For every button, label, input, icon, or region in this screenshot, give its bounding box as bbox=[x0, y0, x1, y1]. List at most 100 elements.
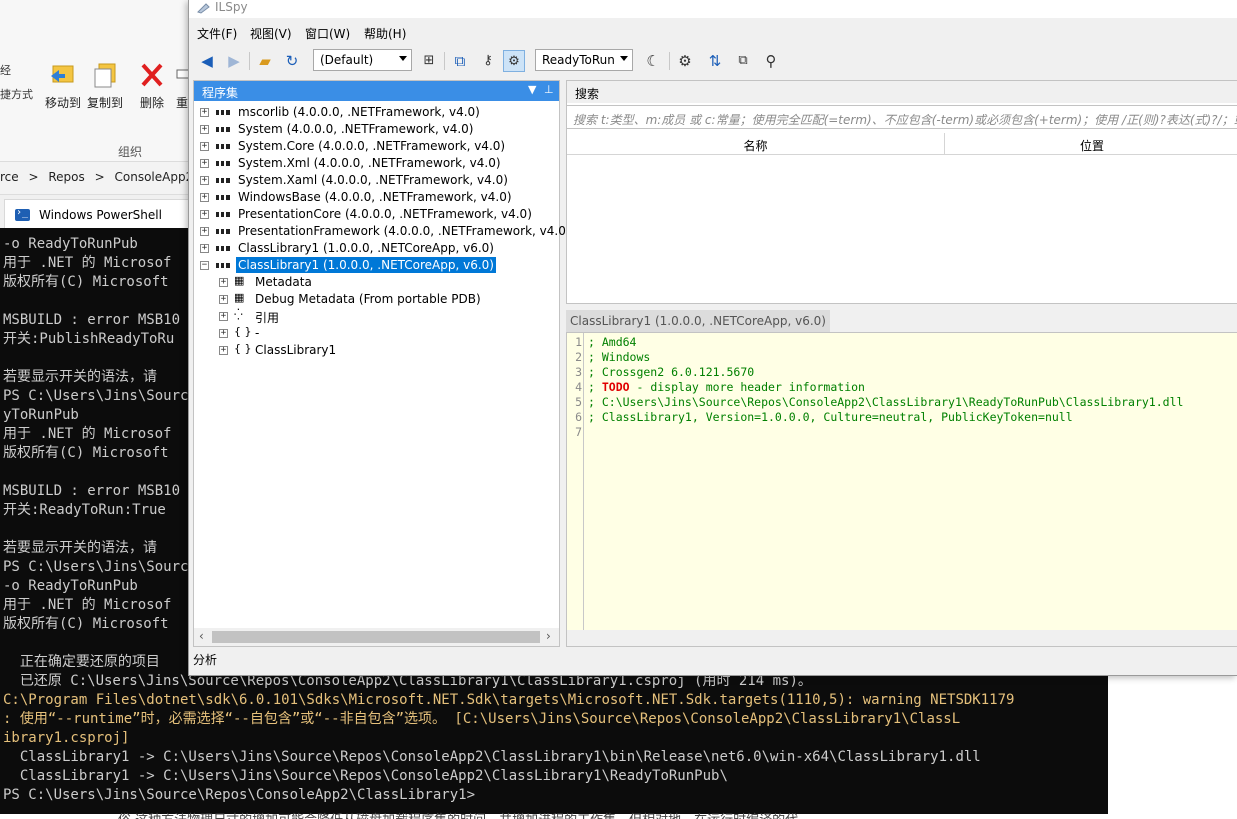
console-line: 若要显示开关的语法，请 bbox=[3, 369, 157, 385]
forward-button[interactable]: ▶ bbox=[223, 50, 245, 72]
expand-icon[interactable]: + bbox=[200, 176, 209, 185]
metadata-table-icon: ▦ bbox=[234, 274, 245, 287]
console-line: 版权所有(C) Microsoft bbox=[3, 274, 169, 290]
rename-label: 重 bbox=[175, 96, 188, 110]
show-api-button[interactable]: ⚷ bbox=[477, 50, 499, 72]
tab-windows-powershell[interactable]: Windows PowerShell bbox=[4, 199, 190, 229]
members-icon: ⚙ bbox=[508, 54, 520, 69]
collapse-icon[interactable]: − bbox=[200, 261, 209, 270]
line-number: 6 bbox=[575, 410, 582, 424]
expand-icon[interactable]: + bbox=[200, 227, 209, 236]
window-list-icon: ⧉ bbox=[738, 53, 748, 68]
console-line: -o ReadyToRunPub bbox=[3, 578, 138, 594]
menu-window[interactable]: 窗口(W) bbox=[305, 25, 350, 42]
breadcrumb-item[interactable]: Repos bbox=[48, 170, 84, 184]
line-number: 2 bbox=[575, 350, 582, 364]
open-button[interactable]: ▰ bbox=[254, 50, 276, 72]
console-line: 用于 .NET 的 Microsof bbox=[3, 426, 172, 442]
tree-filter-icon: ⊞ bbox=[423, 53, 435, 68]
title-bar[interactable]: ILSpy bbox=[189, 0, 1237, 18]
sort-icon: ⇅ bbox=[708, 52, 722, 70]
references-icon: ⁛ bbox=[234, 308, 243, 321]
expand-icon[interactable]: + bbox=[200, 159, 209, 168]
scroll-thumb[interactable] bbox=[212, 631, 540, 643]
assemblies-pane: 程序集 ▼ ⊥ + mscorlib (4.0.0.0, .NETFramewor… bbox=[193, 80, 571, 647]
toolbar: ◀ ▶ ▰ ↻ (Default) ⊞ ⧉ ⚷ ⚙ ReadyToRun ☾ ⚙… bbox=[189, 44, 1237, 76]
assembly-icon bbox=[216, 195, 230, 200]
line-number: 3 bbox=[575, 365, 582, 379]
expand-icon[interactable]: + bbox=[219, 346, 228, 355]
column-header-name[interactable]: 名称 bbox=[567, 133, 945, 155]
search-results-header: 名称 位置 bbox=[567, 133, 1237, 155]
show-internal-button[interactable]: ⊞ bbox=[418, 50, 440, 72]
delete-button[interactable]: 删除 bbox=[132, 60, 172, 111]
horizontal-scrollbar[interactable]: ‹ › bbox=[194, 628, 559, 646]
menu-file[interactable]: 文件(F) bbox=[197, 25, 237, 42]
assembly-icon bbox=[216, 246, 230, 251]
column-header-location[interactable]: 位置 bbox=[945, 133, 1237, 155]
expand-icon[interactable]: + bbox=[219, 278, 228, 287]
options-button[interactable]: ⚙ bbox=[674, 50, 696, 72]
tab-decompiled-document[interactable]: ClassLibrary1 (1.0.0.0, .NETCoreApp, v6.… bbox=[566, 310, 830, 332]
scroll-left-icon[interactable]: ‹ bbox=[199, 629, 204, 643]
comment-prefix: ; bbox=[588, 380, 602, 394]
expand-icon[interactable]: + bbox=[200, 125, 209, 134]
console-line: 版权所有(C) Microsoft bbox=[3, 616, 169, 632]
reload-icon: ↻ bbox=[285, 52, 299, 70]
code-comment: ; Crossgen2 6.0.121.5670 bbox=[588, 365, 755, 379]
decompiler-mode-combo[interactable]: ReadyToRun bbox=[535, 49, 633, 71]
assemblies-pane-title: 程序集 bbox=[202, 86, 239, 100]
tree-item-label: PresentationCore (4.0.0.0, .NETFramework… bbox=[238, 207, 532, 221]
namespace-icon: { } bbox=[234, 325, 252, 338]
tree-item-label: mscorlib (4.0.0.0, .NETFramework, v4.0) bbox=[238, 105, 480, 119]
console-line: MSBUILD : error MSB10 bbox=[3, 312, 181, 328]
menu-view[interactable]: 视图(V) bbox=[250, 25, 292, 42]
expand-icon[interactable]: + bbox=[200, 210, 209, 219]
console-line: 版权所有(C) Microsoft bbox=[3, 445, 169, 461]
expand-icon[interactable]: + bbox=[200, 142, 209, 151]
expand-icon[interactable]: + bbox=[200, 193, 209, 202]
back-button[interactable]: ◀ bbox=[196, 50, 218, 72]
menu-help[interactable]: 帮助(H) bbox=[364, 25, 406, 42]
tree-item-label: Debug Metadata (From portable PDB) bbox=[255, 292, 481, 306]
tree-item-label: ClassLibrary1 (1.0.0.0, .NETCoreApp, v6.… bbox=[236, 257, 496, 273]
breadcrumb[interactable]: rce > Repos > ConsoleApp2 bbox=[0, 170, 192, 194]
open-folder-icon: ▰ bbox=[259, 52, 271, 70]
console-line: 正在确定要还原的项目 bbox=[3, 654, 160, 670]
terminal-tabbar: Windows PowerShell bbox=[0, 194, 192, 229]
manage-lists-button[interactable]: ⧉ bbox=[732, 50, 754, 72]
console-line: PS C:\Users\Jins\Source\Repos\ConsoleApp… bbox=[3, 787, 476, 803]
copy-to-button[interactable]: 复制到 bbox=[82, 60, 128, 111]
collapse-all-button[interactable]: ⧉ bbox=[449, 50, 471, 72]
sort-button[interactable]: ⇅ bbox=[704, 50, 726, 72]
search-input[interactable]: 搜索 t:类型、m:成员 或 c:常量；使用完全匹配(=term)、不应包含(-… bbox=[567, 105, 1237, 129]
search-icon: ⚲ bbox=[765, 52, 777, 70]
move-to-label: 移动到 bbox=[44, 96, 81, 110]
assembly-icon bbox=[216, 212, 230, 217]
show-all-button[interactable]: ⚙ bbox=[503, 50, 525, 72]
pane-menu-icon[interactable]: ▼ bbox=[528, 83, 536, 96]
breadcrumb-item[interactable]: ConsoleApp2 bbox=[115, 170, 193, 184]
comment-text: - display more header information bbox=[629, 380, 865, 394]
moon-icon: ☾ bbox=[646, 52, 660, 70]
decompiled-code-view[interactable]: 1 ; Amd64 2 ; Windows 3 ; Crossgen2 6.0.121.5… bbox=[566, 332, 1237, 647]
expand-icon[interactable]: + bbox=[219, 329, 228, 338]
reload-button[interactable]: ↻ bbox=[281, 50, 303, 72]
expand-icon[interactable]: + bbox=[219, 312, 228, 321]
forward-arrow-icon: ▶ bbox=[228, 52, 240, 70]
pin-icon[interactable]: ⊥ bbox=[544, 83, 554, 96]
theme-button[interactable]: ☾ bbox=[642, 50, 664, 72]
expand-icon[interactable]: + bbox=[200, 244, 209, 253]
scroll-right-icon[interactable]: › bbox=[546, 629, 551, 643]
ribbon-cut-label: 经 bbox=[0, 64, 11, 77]
language-combo[interactable]: (Default) bbox=[313, 49, 412, 71]
move-to-button[interactable]: 移动到 bbox=[40, 60, 86, 111]
expand-icon[interactable]: + bbox=[200, 108, 209, 117]
horizontal-scrollbar[interactable] bbox=[567, 630, 1237, 646]
search-button[interactable]: ⚲ bbox=[760, 50, 782, 72]
code-comment: ; TODO - display more header information bbox=[588, 380, 865, 395]
breadcrumb-item[interactable]: rce bbox=[0, 170, 19, 184]
expand-icon[interactable]: + bbox=[219, 295, 228, 304]
console-line: ibrary1.csproj] bbox=[3, 730, 130, 746]
metadata-table-icon: ▦ bbox=[234, 291, 245, 304]
